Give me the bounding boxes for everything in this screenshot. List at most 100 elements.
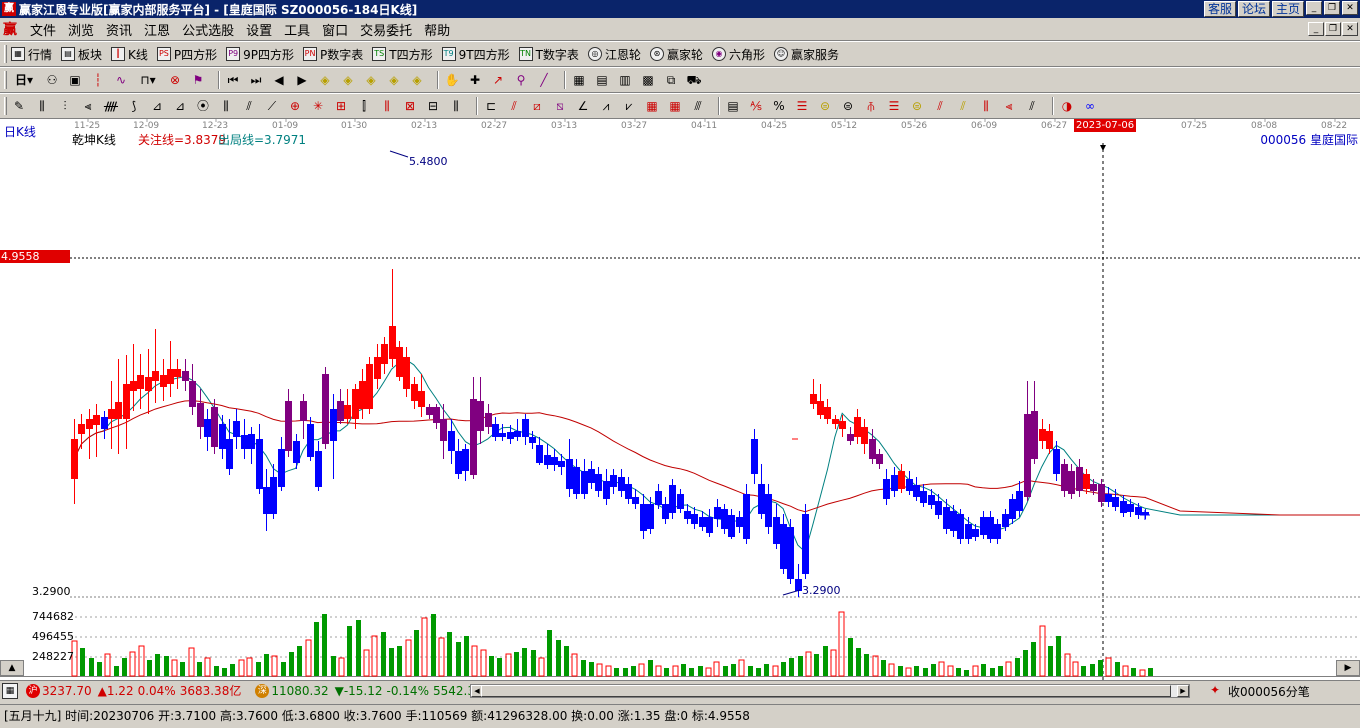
p-number-button[interactable]: PN P数字表 (303, 46, 363, 63)
draw-tool-7-icon[interactable]: ⊿ (172, 98, 188, 114)
winner-wheel-button[interactable]: ⊛ 赢家轮 (649, 46, 703, 63)
diamond5-icon[interactable]: ◈ (409, 72, 425, 88)
menu-settings[interactable]: 设置 (240, 20, 278, 39)
crosshair-icon[interactable]: ✚ (467, 72, 483, 88)
draw-tool-28-icon[interactable]: ▦ (667, 98, 683, 114)
draw-tool-2-icon[interactable]: ⫶ (57, 98, 73, 114)
draw-tool-34-icon[interactable]: ⊜ (840, 98, 856, 114)
diamond2-icon[interactable]: ◈ (340, 72, 356, 88)
calculator-icon[interactable]: ▦ (2, 682, 18, 699)
zoom-icon[interactable]: ⊗ (167, 72, 183, 88)
line-tool-icon[interactable]: ╱ (536, 72, 552, 88)
draw-tool-4-icon[interactable]: ᚎ (103, 98, 119, 114)
draw-tool-39-icon[interactable]: ⫽ (955, 98, 971, 114)
menu-tools[interactable]: 工具 (278, 20, 316, 39)
mdi-restore-icon[interactable]: ❐ (1325, 22, 1341, 36)
indicator-select[interactable]: ⊓▾ (136, 72, 160, 88)
draw-tool-11-icon[interactable]: ⟋ (264, 98, 280, 114)
pen-icon[interactable]: ✎ (11, 98, 27, 114)
calendar-icon[interactable]: ▦ (571, 72, 587, 88)
draw-tool-19-icon[interactable]: ⫼ (448, 98, 464, 114)
draw-tool-9-icon[interactable]: ⫼ (218, 98, 234, 114)
horizontal-scrollbar[interactable]: ◀ ▶ (470, 684, 1190, 698)
diamond1-icon[interactable]: ◈ (317, 72, 333, 88)
menu-gann[interactable]: 江恩 (138, 20, 176, 39)
diamond3-icon[interactable]: ◈ (363, 72, 379, 88)
draw-tool-16-icon[interactable]: ⫼ (379, 98, 395, 114)
winner-service-button[interactable]: ☺ 赢家服务 (773, 46, 839, 63)
prev-icon[interactable]: ◀ (271, 72, 287, 88)
menu-formula[interactable]: 公式选股 (176, 20, 240, 39)
draw-tool-32-icon[interactable]: ☰ (794, 98, 810, 114)
network-icon[interactable]: ⧉ (663, 72, 679, 88)
menu-info[interactable]: 资讯 (100, 20, 138, 39)
draw-tool-10-icon[interactable]: ⫽ (241, 98, 257, 114)
p-square-button[interactable]: PS P四方形 (156, 46, 217, 63)
trend-icon[interactable]: ↗ (490, 72, 506, 88)
t-number-button[interactable]: TN T数字表 (518, 46, 579, 63)
draw-tool-38-icon[interactable]: ⫽ (932, 98, 948, 114)
flag-icon[interactable]: ⚑ (190, 72, 206, 88)
draw-tool-13-icon[interactable]: ✳ (310, 98, 326, 114)
draw-tool-17-icon[interactable]: ⊠ (402, 98, 418, 114)
document-icon[interactable]: ▣ (67, 72, 83, 88)
kline-button[interactable]: ┃ K线 (111, 46, 148, 63)
scroll-right-arrow-icon[interactable]: ▶ (1177, 685, 1189, 697)
chart-type-icon[interactable]: ⚇ (44, 72, 60, 88)
draw-tool-24-icon[interactable]: ∠ (575, 98, 591, 114)
pattern-icon[interactable]: ∿ (113, 72, 129, 88)
mdi-close-icon[interactable]: ✕ (1342, 22, 1358, 36)
draw-tool-14-icon[interactable]: ⊞ (333, 98, 349, 114)
toolbar-grip[interactable] (4, 97, 7, 115)
homepage-link[interactable]: 主页 (1271, 1, 1304, 17)
draw-tool-29-icon[interactable]: ⫻ (690, 98, 706, 114)
draw-tool-18-icon[interactable]: ⊟ (425, 98, 441, 114)
menu-help[interactable]: 帮助 (418, 20, 456, 39)
draw-tool-20-icon[interactable]: ⊏ (483, 98, 499, 114)
toolbar-grip[interactable] (4, 45, 7, 63)
save-icon[interactable]: ▩ (640, 72, 656, 88)
draw-tool-37-icon[interactable]: ⊜ (909, 98, 925, 114)
draw-tool-42-icon[interactable]: ⫽ (1024, 98, 1040, 114)
scroll-thumb[interactable] (481, 685, 1171, 697)
scroll-right-icon[interactable]: ▶ (1336, 660, 1360, 676)
sectors-button[interactable]: ▤ 板块 (61, 46, 102, 63)
mdi-minimize-icon[interactable]: _ (1308, 22, 1324, 36)
draw-tool-1-icon[interactable]: ⫼ (34, 98, 50, 114)
draw-tool-26-icon[interactable]: ⩗ (621, 98, 637, 114)
quotes-button[interactable]: ▦ 行情 (11, 46, 52, 63)
tag-icon[interactable]: ⚲ (513, 72, 529, 88)
draw-tool-41-icon[interactable]: ⫷ (1001, 98, 1017, 114)
next-icon[interactable]: ▶ (294, 72, 310, 88)
hexagon-button[interactable]: ◉ 六角形 (711, 46, 765, 63)
percent-icon[interactable]: % (771, 98, 787, 114)
ticker-label[interactable]: 收000056分笔 (1228, 683, 1310, 700)
restore-icon[interactable]: ❐ (1324, 1, 1340, 15)
diamond4-icon[interactable]: ◈ (386, 72, 402, 88)
draw-tool-36-icon[interactable]: ☰ (886, 98, 902, 114)
close-icon[interactable]: ✕ (1342, 1, 1358, 15)
t-square-button[interactable]: TS T四方形 (372, 46, 433, 63)
infinity-icon[interactable]: ∞ (1082, 98, 1098, 114)
draw-tool-40-icon[interactable]: ⫼ (978, 98, 994, 114)
truck-icon[interactable]: ⛟ (686, 72, 702, 88)
toolbar-grip[interactable] (4, 71, 7, 89)
app-menu-icon[interactable]: 赢 (2, 22, 18, 38)
draw-tool-15-icon[interactable]: ⫿ (356, 98, 372, 114)
draw-tool-30-icon[interactable]: ▤ (725, 98, 741, 114)
9p-square-button[interactable]: P9 9P四方形 (226, 46, 294, 63)
draw-tool-35-icon[interactable]: ⫚ (863, 98, 879, 114)
last-icon[interactable]: ⏭ (248, 72, 264, 88)
gann-wheel-button[interactable]: ◎ 江恩轮 (587, 46, 641, 63)
scroll-up-icon[interactable]: ▲ (0, 660, 24, 676)
draw-tool-5-icon[interactable]: ⟆ (126, 98, 142, 114)
draw-tool-21-icon[interactable]: ⫽ (506, 98, 522, 114)
hand-icon[interactable]: ✋ (444, 72, 460, 88)
calc-icon[interactable]: ▤ (594, 72, 610, 88)
menu-window[interactable]: 窗口 (316, 20, 354, 39)
minimize-icon[interactable]: _ (1306, 1, 1322, 15)
draw-tool-22-icon[interactable]: ⧄ (529, 98, 545, 114)
draw-tool-6-icon[interactable]: ⊿ (149, 98, 165, 114)
draw-tool-23-icon[interactable]: ⧅ (552, 98, 568, 114)
9t-square-button[interactable]: T9 9T四方形 (441, 46, 510, 63)
